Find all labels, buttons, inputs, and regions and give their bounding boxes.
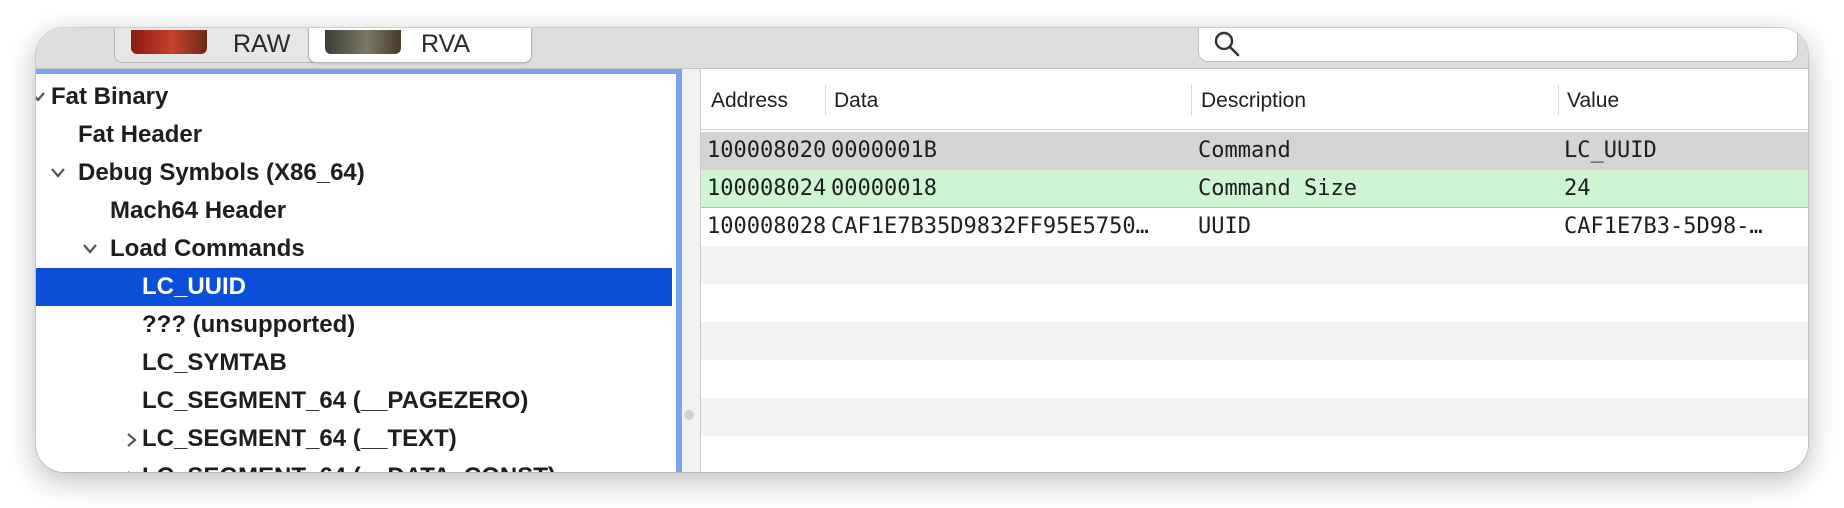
empty-row: [701, 360, 1808, 398]
column-header-description[interactable]: Description: [1201, 89, 1306, 113]
tree-item-label: LC_SEGMENT_64 (__DATA_CONST): [142, 458, 556, 472]
column-header-value[interactable]: Value: [1567, 89, 1619, 113]
tree-item-label: Debug Symbols (X86_64): [78, 159, 365, 186]
toolbar: RAW RVA: [36, 28, 1808, 69]
table-row[interactable]: 100008020 0000001B Command LC_UUID: [701, 132, 1808, 170]
cell-value: 24: [1564, 176, 1591, 201]
tree-item-fat-header[interactable]: Fat Header: [36, 116, 672, 154]
detail-table: Address Data Description Value 100008020…: [701, 73, 1808, 472]
tree-item-lc-uuid[interactable]: LC_UUID: [36, 268, 672, 306]
cell-value: CAF1E7B3-5D98-…: [1564, 214, 1763, 239]
tree-item-label: LC_SYMTAB: [142, 349, 287, 376]
tree-item-label: Load Commands: [110, 235, 305, 262]
column-header-data[interactable]: Data: [834, 89, 878, 113]
tree-item-label: ??? (unsupported): [142, 311, 356, 338]
rva-mode-label: RVA: [421, 30, 471, 58]
cell-description: UUID: [1198, 214, 1251, 239]
empty-row: [701, 436, 1808, 472]
tree-item-label: LC_SEGMENT_64 (__PAGEZERO): [142, 387, 529, 414]
cell-data: 0000001B: [831, 138, 937, 163]
tree-item-label: Fat Binary: [51, 83, 169, 110]
sidebar-tree: Fat Binary Fat Header Debug Symbols (X86…: [36, 69, 676, 472]
chevron-right-icon[interactable]: [124, 458, 140, 472]
chevron-down-icon[interactable]: [82, 230, 98, 268]
search-input[interactable]: [1198, 28, 1798, 62]
raw-mode-label: RAW: [233, 30, 291, 58]
rva-mode-button[interactable]: RVA: [308, 28, 532, 63]
empty-row: [701, 322, 1808, 360]
tree-item-mach64-header[interactable]: Mach64 Header: [36, 192, 672, 230]
cell-address: 100008028: [707, 214, 827, 239]
divider-handle[interactable]: [684, 410, 694, 420]
raw-thumbnail-icon: [131, 30, 207, 54]
cell-address: 100008020: [707, 138, 827, 163]
table-row[interactable]: 100008024 00000018 Command Size 24: [701, 170, 1808, 208]
column-divider[interactable]: [825, 85, 826, 115]
rva-thumbnail-icon: [325, 30, 401, 54]
empty-row: [701, 246, 1808, 284]
chevron-down-icon[interactable]: [50, 154, 66, 192]
chevron-right-icon[interactable]: [124, 420, 140, 458]
cell-data: CAF1E7B35D9832FF95E5750…: [831, 214, 1149, 239]
chevron-down-icon[interactable]: [36, 78, 46, 116]
cell-description: Command: [1198, 138, 1291, 163]
column-divider[interactable]: [1191, 85, 1192, 115]
cell-address: 100008024: [707, 176, 827, 201]
tree-item-lc-segment-pagezero[interactable]: LC_SEGMENT_64 (__PAGEZERO): [36, 382, 672, 420]
tree-item-unsupported[interactable]: ??? (unsupported): [36, 306, 672, 344]
tree-item-label: Mach64 Header: [110, 197, 287, 224]
tree-item-label: LC_SEGMENT_64 (__TEXT): [142, 425, 457, 452]
cell-data: 00000018: [831, 176, 937, 201]
tree-item-load-commands[interactable]: Load Commands: [36, 230, 672, 268]
search-icon: [1214, 31, 1240, 57]
cell-description: Command Size: [1198, 176, 1357, 201]
column-header-address[interactable]: Address: [711, 89, 788, 113]
column-divider[interactable]: [1558, 85, 1559, 115]
tree-item-fat-binary[interactable]: Fat Binary: [36, 78, 672, 116]
table-row[interactable]: 100008028 CAF1E7B35D9832FF95E5750… UUID …: [701, 208, 1808, 246]
empty-row: [701, 284, 1808, 322]
app-window: RAW RVA Fat Binary Fat Header Debug Symb…: [36, 28, 1808, 472]
empty-row: [701, 398, 1808, 436]
tree-item-label: Fat Header: [78, 121, 203, 148]
tree-item-debug-symbols[interactable]: Debug Symbols (X86_64): [36, 154, 672, 192]
tree-item-label: LC_UUID: [142, 273, 247, 300]
table-header: Address Data Description Value: [701, 73, 1808, 130]
tree-item-lc-symtab[interactable]: LC_SYMTAB: [36, 344, 672, 382]
cell-value: LC_UUID: [1564, 138, 1657, 163]
tree-item-lc-segment-data-const[interactable]: LC_SEGMENT_64 (__DATA_CONST): [36, 458, 672, 472]
tree-item-lc-segment-text[interactable]: LC_SEGMENT_64 (__TEXT): [36, 420, 672, 458]
